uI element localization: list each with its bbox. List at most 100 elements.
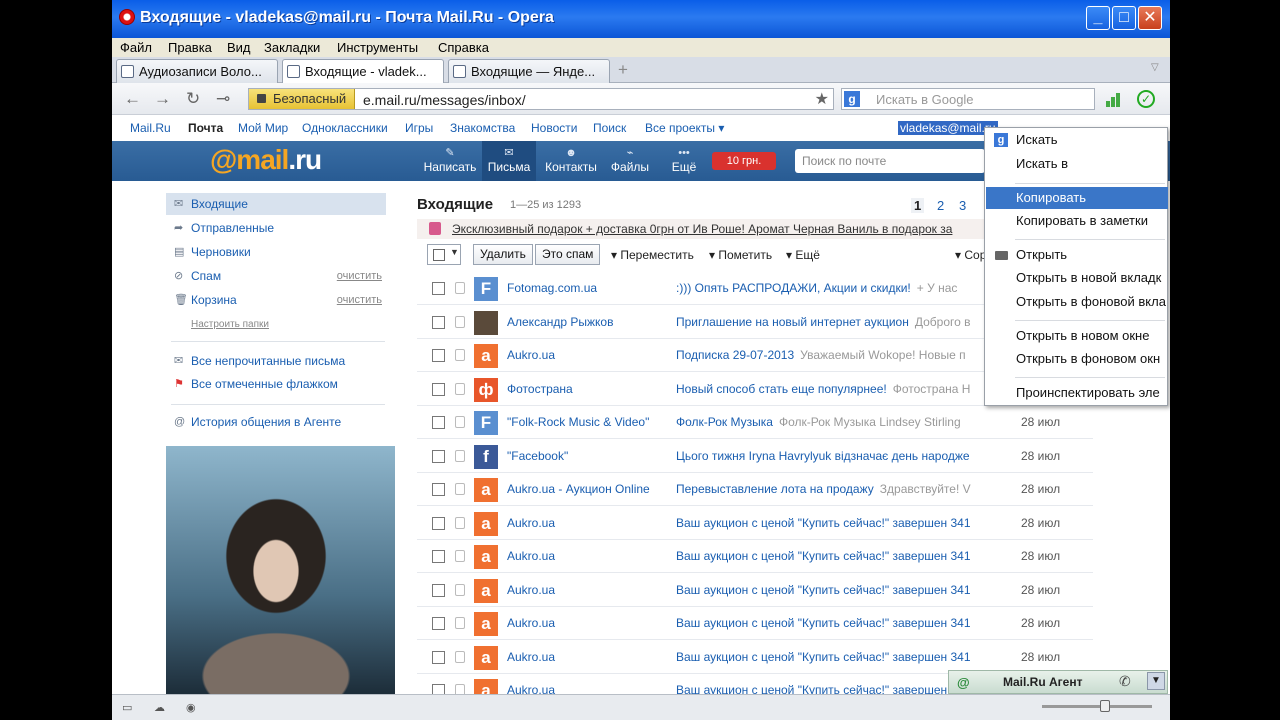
address-bar[interactable]: Безопасный e.mail.ru/messages/inbox/ ★	[248, 88, 834, 110]
page-3[interactable]: 3	[959, 198, 966, 213]
menu-view[interactable]: Вид	[227, 40, 251, 55]
table-row[interactable]: a Aukro.ua Ваш аукцион с ценой "Купить сей…	[417, 540, 1093, 573]
select-all-dropdown[interactable]: ▼	[427, 244, 461, 265]
message-subject[interactable]: Ваш аукцион с ценой "Купить сейчас!" зав…	[676, 549, 982, 563]
check-icon[interactable]: ✓	[1137, 90, 1155, 108]
flag-icon[interactable]	[455, 349, 465, 361]
row-checkbox[interactable]	[432, 483, 445, 496]
folder-trash[interactable]: 🗑 Корзина очистить	[166, 289, 386, 311]
row-checkbox[interactable]	[432, 550, 445, 563]
context-menu-item[interactable]: Искать в	[986, 153, 1168, 175]
sender-name[interactable]: "Folk-Rock Music & Video"	[507, 415, 649, 429]
portal-link-news[interactable]: Новости	[531, 121, 577, 135]
contacts-button[interactable]: ☻ Контакты	[540, 141, 602, 181]
user-email[interactable]: vladekas@mail.ru	[898, 121, 998, 135]
table-row[interactable]: a Aukro.ua Ваш аукцион с ценой "Купить сей…	[417, 641, 1093, 674]
zoom-slider[interactable]	[1042, 700, 1152, 712]
sender-name[interactable]: Александр Рыжков	[507, 315, 613, 329]
portal-link-all-projects[interactable]: Все проекты ▾	[645, 121, 724, 135]
context-menu-item[interactable]: Открыть в новой вкладк	[986, 267, 1168, 289]
sender-name[interactable]: Fotomag.com.ua	[507, 281, 597, 295]
row-checkbox[interactable]	[432, 382, 445, 396]
portal-link-mailru[interactable]: Mail.Ru	[130, 121, 171, 135]
new-tab-icon[interactable]: +	[618, 60, 628, 80]
table-row[interactable]: a Aukro.ua Ваш аукцион с ценой "Купить сей…	[417, 607, 1093, 640]
sender-name[interactable]: Aukro.ua	[507, 616, 555, 630]
phone-icon[interactable]: ✆	[1119, 673, 1131, 690]
flag-icon[interactable]	[455, 282, 465, 294]
row-checkbox[interactable]	[432, 617, 445, 630]
menu-edit[interactable]: Правка	[168, 40, 212, 55]
page-1[interactable]: 1	[911, 198, 925, 213]
clear-spam-link[interactable]: очистить	[337, 270, 382, 282]
balance-badge[interactable]: 10 грн.	[712, 152, 776, 170]
message-subject[interactable]: Подписка 29-07-2013 Уважаемый Wokope! Нов…	[676, 348, 982, 362]
flag-icon[interactable]	[455, 382, 465, 395]
sender-name[interactable]: "Facebook"	[507, 449, 568, 463]
portal-link-mymir[interactable]: Мой Мир	[238, 121, 288, 135]
context-menu-item[interactable]: Копировать в заметки	[986, 210, 1168, 232]
forward-icon[interactable]: →	[154, 89, 171, 109]
row-checkbox[interactable]	[432, 449, 445, 463]
mailru-logo[interactable]: @mail.ru	[210, 144, 322, 176]
mail-search-input[interactable]: Поиск по почте	[795, 149, 985, 173]
sender-name[interactable]: Aukro.ua	[507, 516, 555, 530]
more-dropdown[interactable]: ▾ Ещё	[786, 248, 820, 262]
configure-folders-link[interactable]: Настроить папки	[191, 319, 269, 330]
row-checkbox[interactable]	[432, 349, 445, 362]
mailru-agent-bar[interactable]: @ Mail.Ru Агент ✆ ▼	[948, 670, 1168, 694]
menu-help[interactable]: Справка	[438, 40, 489, 55]
table-row[interactable]: a Aukro.ua Ваш аукцион с ценой "Купить сей…	[417, 574, 1093, 607]
zoom-handle[interactable]	[1100, 700, 1110, 712]
folder-sent[interactable]: ➦ Отправленные	[166, 217, 386, 239]
portal-link-dating[interactable]: Знакомства	[450, 121, 515, 135]
menu-tools[interactable]: Инструменты	[337, 40, 418, 55]
folder-inbox[interactable]: ✉ Входящие	[166, 193, 386, 215]
table-row[interactable]: a Aukro.ua Ваш аукцион с ценой "Купить сей…	[417, 507, 1093, 540]
row-checkbox[interactable]	[432, 583, 445, 597]
message-subject[interactable]: Ваш аукцион с ценой "Купить сейчас!" зав…	[676, 516, 982, 530]
back-icon[interactable]: ←	[124, 89, 141, 109]
context-menu-item[interactable]: Открыть в фоновой вкла	[986, 291, 1168, 313]
menu-bookmarks[interactable]: Закладки	[264, 40, 320, 55]
flag-icon[interactable]	[455, 650, 465, 663]
tab-mail-inbox[interactable]: Входящие - vladek...	[282, 59, 444, 83]
flag-icon[interactable]	[455, 483, 465, 495]
message-subject[interactable]: Ваш аукцион с ценой "Купить сейчас!" зав…	[676, 650, 982, 664]
flag-icon[interactable]	[455, 516, 465, 529]
message-subject[interactable]: Приглашение на новый интернет аукцион Доб…	[676, 315, 982, 329]
page-2[interactable]: 2	[937, 198, 944, 213]
context-menu-item[interactable]: Копировать	[986, 187, 1168, 209]
more-button[interactable]: ••• Ещё	[664, 141, 704, 181]
sender-name[interactable]: Фотострана	[507, 382, 573, 396]
portal-link-search[interactable]: Поиск	[593, 121, 626, 135]
portal-link-games[interactable]: Игры	[405, 121, 433, 135]
message-subject[interactable]: Перевыставление лота на продажу Здравству…	[676, 482, 982, 496]
sender-name[interactable]: Aukro.ua	[507, 549, 555, 563]
move-dropdown[interactable]: ▾ Переместить	[611, 248, 694, 262]
flag-icon[interactable]	[455, 550, 465, 562]
advertisement-image[interactable]	[166, 446, 395, 695]
sender-name[interactable]: Aukro.ua	[507, 650, 555, 664]
sort-dropdown[interactable]: ▾ Сор	[955, 248, 986, 262]
delete-button[interactable]: Удалить	[473, 244, 533, 265]
reload-icon[interactable]: ↻	[186, 89, 200, 109]
context-menu-item[interactable]: Открыть в фоновом окн	[986, 348, 1168, 370]
context-menu-item[interactable]: Открыть	[986, 244, 1168, 266]
row-checkbox[interactable]	[432, 282, 445, 295]
folder-spam[interactable]: ⊘ Спам очистить	[166, 265, 386, 287]
portal-link-mail[interactable]: Почта	[188, 121, 223, 135]
tab-yandex[interactable]: Входящие — Янде...	[448, 59, 610, 83]
flag-icon[interactable]	[455, 583, 465, 596]
panel-toggle-icon[interactable]: ▭	[122, 701, 136, 714]
row-checkbox[interactable]	[432, 516, 445, 530]
sender-name[interactable]: Aukro.ua	[507, 583, 555, 597]
key-icon[interactable]: ⊸	[216, 89, 230, 109]
table-row[interactable]: F "Folk-Rock Music & Video" Фолк-Рок Музык…	[417, 406, 1093, 439]
cloud-icon[interactable]: ☁	[154, 701, 168, 714]
mark-dropdown[interactable]: ▾ Пометить	[709, 248, 772, 262]
portal-link-ok[interactable]: Одноклассники	[302, 121, 388, 135]
spam-button[interactable]: Это спам	[535, 244, 601, 265]
security-badge[interactable]: Безопасный	[249, 89, 355, 109]
bookmark-star-icon[interactable]: ★	[815, 89, 829, 109]
